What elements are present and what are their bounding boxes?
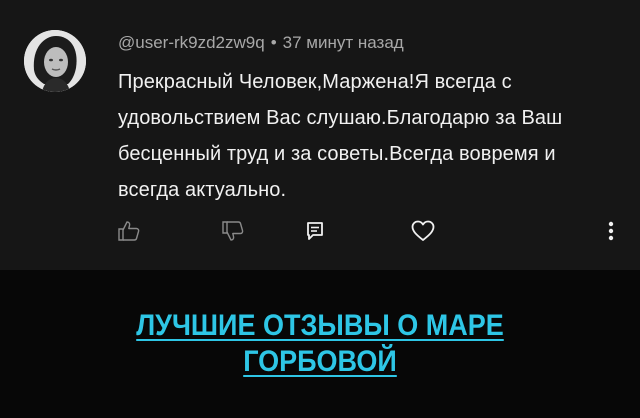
- comment-card: @user-rk9zd2zw9q • 37 минут назад Прекрасн…: [0, 0, 640, 270]
- like-button[interactable]: [114, 216, 144, 246]
- reply-icon: [307, 222, 323, 240]
- heart-icon: [411, 220, 435, 241]
- username[interactable]: @user-rk9zd2zw9q: [118, 33, 265, 52]
- dislike-button[interactable]: [218, 216, 248, 246]
- reply-button[interactable]: [300, 216, 330, 246]
- comment-text: Прекрасный Человек,Маржена!Я всегда с уд…: [118, 71, 563, 201]
- promo-section: ЛУЧШИЕ ОТЗЫВЫ О МАРЕ ГОРБОВОЙ: [0, 308, 640, 380]
- meta-separator: •: [270, 33, 277, 52]
- more-vertical-icon: [608, 221, 614, 241]
- thumbs-up-icon: [118, 221, 140, 241]
- comment-meta: @user-rk9zd2zw9q • 37 минут назад: [118, 33, 404, 53]
- avatar-photo: [24, 30, 86, 92]
- best-reviews-link[interactable]: ЛУЧШИЕ ОТЗЫВЫ О МАРЕ ГОРБОВОЙ: [122, 308, 518, 380]
- heart-button[interactable]: [408, 216, 438, 246]
- thumbs-down-icon: [222, 221, 244, 241]
- comment-time[interactable]: 37 минут назад: [283, 33, 404, 52]
- more-options-button[interactable]: [596, 216, 626, 246]
- avatar[interactable]: [24, 30, 86, 92]
